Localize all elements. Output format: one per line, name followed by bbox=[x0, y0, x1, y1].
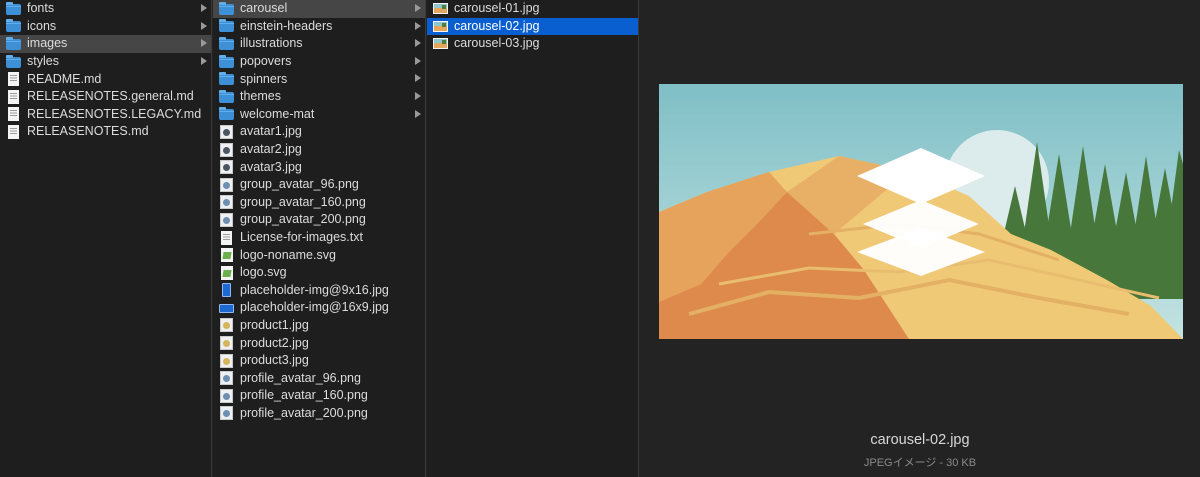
list-item-releasenotes[interactable]: RELEASENOTES.md bbox=[0, 123, 211, 141]
folder-icon bbox=[219, 72, 234, 86]
chevron-right-icon bbox=[415, 56, 421, 65]
chevron-right-icon bbox=[415, 74, 421, 83]
avatar-image-icon bbox=[220, 124, 233, 139]
document-icon bbox=[8, 124, 19, 139]
list-item-avatar1[interactable]: avatar1.jpg bbox=[213, 123, 425, 141]
folder-icon bbox=[6, 54, 21, 68]
preview-pane: carousel-02.jpg JPEGイメージ - 30 KB bbox=[640, 0, 1200, 477]
list-item-group-avatar-200[interactable]: group_avatar_200.png bbox=[213, 211, 425, 229]
product-image-icon bbox=[220, 336, 233, 351]
image-file-icon bbox=[220, 388, 233, 403]
landscape-thumbnail-icon bbox=[433, 3, 448, 15]
image-file-icon bbox=[220, 195, 233, 210]
list-item-logo-svg[interactable]: logo.svg bbox=[213, 264, 425, 282]
portrait-image-icon bbox=[222, 283, 231, 298]
folder-icon bbox=[6, 1, 21, 15]
list-item-themes[interactable]: themes bbox=[213, 88, 425, 106]
folder-icon bbox=[6, 36, 21, 50]
list-item-placeholder-16x9[interactable]: placeholder-img@16x9.jpg bbox=[213, 299, 425, 317]
list-item-placeholder-9x16[interactable]: placeholder-img@9x16.jpg bbox=[213, 282, 425, 300]
list-item-avatar2[interactable]: avatar2.jpg bbox=[213, 141, 425, 159]
list-item-product1[interactable]: product1.jpg bbox=[213, 317, 425, 335]
list-item-releasenotes-legacy[interactable]: RELEASENOTES.LEGACY.md bbox=[0, 106, 211, 124]
product-image-icon bbox=[220, 353, 233, 368]
list-item-license[interactable]: License-for-images.txt bbox=[213, 229, 425, 247]
preview-file-info: JPEGイメージ - 30 KB bbox=[863, 457, 977, 469]
chevron-right-icon bbox=[415, 91, 421, 100]
chevron-right-icon bbox=[201, 4, 207, 12]
chevron-right-icon bbox=[415, 4, 421, 12]
list-item-group-avatar-96[interactable]: group_avatar_96.png bbox=[213, 176, 425, 194]
finder-column-view: fonts icons images styles README.md RELE… bbox=[0, 0, 1200, 477]
list-item-product2[interactable]: product2.jpg bbox=[213, 334, 425, 352]
list-item-einstein-headers[interactable]: einstein-headers bbox=[213, 18, 425, 36]
chevron-right-icon bbox=[201, 39, 207, 48]
chevron-right-icon bbox=[201, 21, 207, 30]
folder-icon bbox=[219, 36, 234, 50]
image-file-icon bbox=[220, 212, 233, 227]
list-item-popovers[interactable]: popovers bbox=[213, 53, 425, 71]
folder-icon bbox=[6, 19, 21, 33]
image-file-icon bbox=[220, 177, 233, 192]
preview-filename: carousel-02.jpg bbox=[870, 432, 970, 448]
svg-file-icon bbox=[220, 248, 233, 263]
list-item-profile-avatar-200[interactable]: profile_avatar_200.png bbox=[213, 405, 425, 423]
image-file-icon bbox=[220, 371, 233, 386]
list-item-profile-avatar-160[interactable]: profile_avatar_160.png bbox=[213, 387, 425, 405]
carousel-landscape-illustration bbox=[659, 84, 1183, 339]
image-file-icon bbox=[220, 406, 233, 421]
list-item-group-avatar-160[interactable]: group_avatar_160.png bbox=[213, 194, 425, 212]
list-item-carousel[interactable]: carousel bbox=[213, 0, 425, 18]
avatar-image-icon bbox=[220, 160, 233, 175]
landscape-thumbnail-icon bbox=[433, 20, 448, 32]
chevron-right-icon bbox=[415, 109, 421, 118]
list-item-readme[interactable]: README.md bbox=[0, 70, 211, 88]
document-icon bbox=[8, 107, 19, 122]
list-item-product3[interactable]: product3.jpg bbox=[213, 352, 425, 370]
column-1[interactable]: fonts icons images styles README.md RELE… bbox=[0, 0, 212, 477]
landscape-image-icon bbox=[219, 304, 234, 314]
list-item-spinners[interactable]: spinners bbox=[213, 70, 425, 88]
folder-icon bbox=[219, 107, 234, 121]
chevron-right-icon bbox=[201, 56, 207, 65]
document-icon bbox=[221, 230, 232, 245]
list-item-logo-noname-svg[interactable]: logo-noname.svg bbox=[213, 246, 425, 264]
avatar-image-icon bbox=[220, 142, 233, 157]
list-item-carousel-02[interactable]: carousel-02.jpg bbox=[427, 17, 638, 36]
list-item-illustrations[interactable]: illustrations bbox=[213, 35, 425, 53]
svg-file-icon bbox=[220, 265, 233, 280]
column-3[interactable]: carousel-01.jpg carousel-02.jpg carousel… bbox=[427, 0, 639, 477]
list-item-carousel-03[interactable]: carousel-03.jpg bbox=[427, 35, 638, 53]
preview-image bbox=[659, 84, 1183, 339]
list-item-avatar3[interactable]: avatar3.jpg bbox=[213, 158, 425, 176]
folder-icon bbox=[219, 1, 234, 15]
list-item-carousel-01[interactable]: carousel-01.jpg bbox=[427, 0, 638, 18]
list-item-images[interactable]: images bbox=[0, 35, 211, 53]
document-icon bbox=[8, 89, 19, 104]
list-item-welcome-mat[interactable]: welcome-mat bbox=[213, 106, 425, 124]
document-icon bbox=[8, 72, 19, 87]
chevron-right-icon bbox=[415, 21, 421, 30]
product-image-icon bbox=[220, 318, 233, 333]
list-item-icons[interactable]: icons bbox=[0, 18, 211, 36]
list-item-fonts[interactable]: fonts bbox=[0, 0, 211, 18]
folder-icon bbox=[219, 89, 234, 103]
landscape-thumbnail-icon bbox=[433, 38, 448, 50]
list-item-profile-avatar-96[interactable]: profile_avatar_96.png bbox=[213, 369, 425, 387]
chevron-right-icon bbox=[415, 39, 421, 48]
column-2[interactable]: carousel einstein-headers illustrations … bbox=[213, 0, 426, 477]
list-item-styles[interactable]: styles bbox=[0, 53, 211, 71]
folder-icon bbox=[219, 54, 234, 68]
folder-icon bbox=[219, 19, 234, 33]
list-item-releasenotes-general[interactable]: RELEASENOTES.general.md bbox=[0, 88, 211, 106]
